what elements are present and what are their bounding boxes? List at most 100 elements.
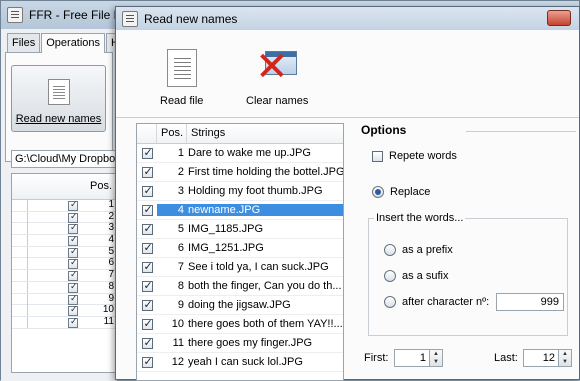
after-character-radio[interactable] bbox=[384, 296, 396, 308]
row-checkbox[interactable] bbox=[141, 336, 153, 349]
list-item[interactable]: 12yeah I can suck lol.JPG bbox=[137, 353, 343, 372]
row-pos: 2 bbox=[108, 210, 114, 222]
row-checkbox[interactable] bbox=[141, 146, 153, 159]
row-pos: 7 bbox=[177, 261, 184, 273]
row-checkbox[interactable] bbox=[141, 241, 153, 254]
list-item[interactable]: 7See i told ya, I can suck.JPG bbox=[137, 258, 343, 277]
table-row[interactable]: 2 bbox=[12, 210, 116, 224]
table-row[interactable]: 10 bbox=[12, 304, 116, 317]
tab-operations[interactable]: Operations bbox=[41, 33, 106, 53]
row-checkbox[interactable] bbox=[141, 184, 153, 197]
row-string[interactable]: doing the jigsaw.JPG bbox=[187, 299, 343, 311]
row-checkbox[interactable] bbox=[68, 234, 78, 247]
list-item[interactable]: 9doing the jigsaw.JPG bbox=[137, 296, 343, 315]
path-field[interactable]: G:\Cloud\My Dropbox\ bbox=[11, 150, 117, 168]
last-spin-buttons[interactable]: ▲ ▼ bbox=[559, 349, 572, 367]
replace-radio[interactable] bbox=[372, 186, 384, 198]
last-spinner[interactable]: 12 ▲ ▼ bbox=[523, 349, 572, 367]
list-item[interactable]: 10there goes both of them YAY!!... bbox=[137, 315, 343, 334]
strings-column-header[interactable]: Strings bbox=[187, 124, 343, 143]
as-prefix-option[interactable]: as a prefix bbox=[384, 244, 453, 256]
table-row[interactable]: 9 bbox=[12, 293, 116, 306]
list-item[interactable]: 2First time holding the bottel.JPG bbox=[137, 163, 343, 182]
tab-files[interactable]: Files bbox=[7, 33, 41, 52]
read-new-names-button[interactable]: Read new names bbox=[11, 65, 106, 132]
row-check-cell bbox=[137, 146, 157, 159]
row-checkbox[interactable] bbox=[141, 355, 153, 368]
spin-down-icon[interactable]: ▼ bbox=[559, 358, 571, 366]
table-row[interactable]: 4 bbox=[12, 234, 116, 247]
as-prefix-radio[interactable] bbox=[384, 244, 396, 256]
pos-column-header[interactable]: Pos. bbox=[157, 124, 187, 143]
table-row[interactable]: 1 bbox=[12, 199, 116, 212]
as-sufix-option[interactable]: as a sufix bbox=[384, 270, 448, 282]
first-spinner[interactable]: 1 ▲ ▼ bbox=[394, 349, 443, 367]
row-string[interactable]: IMG_1251.JPG bbox=[187, 242, 343, 254]
table-row[interactable]: 5 bbox=[12, 246, 116, 259]
last-label: Last: bbox=[494, 352, 518, 364]
list-item[interactable]: 1Dare to wake me up.JPG bbox=[137, 144, 343, 163]
row-checkbox[interactable] bbox=[141, 317, 153, 330]
row-checkbox[interactable] bbox=[141, 298, 153, 311]
table-row[interactable]: 7 bbox=[12, 269, 116, 282]
table-row[interactable]: 8 bbox=[12, 281, 116, 294]
list-item[interactable]: 8both the finger, Can you do th... bbox=[137, 277, 343, 296]
row-string[interactable]: Dare to wake me up.JPG bbox=[187, 147, 343, 159]
row-checkbox[interactable] bbox=[68, 246, 78, 258]
row-string[interactable]: yeah I can suck lol.JPG bbox=[187, 356, 343, 368]
row-string[interactable]: First time holding the bottel.JPG bbox=[187, 166, 343, 178]
row-checkbox[interactable] bbox=[68, 269, 78, 282]
row-cell bbox=[20, 270, 28, 282]
row-pos: 6 bbox=[108, 257, 114, 269]
clear-names-button[interactable]: ✕ Clear names bbox=[246, 47, 308, 107]
row-checkbox[interactable] bbox=[68, 199, 78, 211]
after-character-input[interactable]: 999 bbox=[496, 293, 564, 311]
row-checkbox[interactable] bbox=[68, 222, 78, 235]
row-checkbox[interactable] bbox=[68, 304, 78, 317]
repete-words-option[interactable]: Repete words bbox=[372, 150, 457, 162]
row-checkbox[interactable] bbox=[141, 222, 153, 235]
check-column-header[interactable] bbox=[137, 124, 157, 143]
row-checkbox[interactable] bbox=[141, 165, 153, 178]
row-string[interactable]: both the finger, Can you do th... bbox=[187, 280, 343, 292]
row-checkbox[interactable] bbox=[68, 211, 78, 223]
list-item[interactable]: 3Holding my foot thumb.JPG bbox=[137, 182, 343, 201]
row-checkbox[interactable] bbox=[68, 281, 78, 293]
row-string[interactable]: there goes both of them YAY!!... bbox=[187, 318, 343, 330]
row-checkbox[interactable] bbox=[141, 260, 153, 273]
row-string[interactable]: Holding my foot thumb.JPG bbox=[187, 185, 343, 197]
list-item[interactable]: 4newname.JPG bbox=[137, 201, 343, 220]
row-string[interactable]: newname.JPG bbox=[187, 204, 343, 216]
close-button[interactable] bbox=[547, 10, 571, 26]
row-checkbox[interactable] bbox=[141, 279, 153, 292]
options-divider bbox=[466, 131, 576, 132]
row-checkbox[interactable] bbox=[68, 293, 78, 305]
row-cell bbox=[20, 235, 28, 247]
spin-down-icon[interactable]: ▼ bbox=[430, 358, 442, 366]
row-check-cell bbox=[137, 222, 157, 235]
table-row[interactable]: 11 bbox=[12, 316, 116, 329]
row-string[interactable]: there goes my finger.JPG bbox=[187, 337, 343, 349]
after-character-option[interactable]: after character nº: bbox=[384, 296, 489, 308]
spin-up-icon[interactable]: ▲ bbox=[430, 350, 442, 358]
row-string[interactable]: See i told ya, I can suck.JPG bbox=[187, 261, 343, 273]
read-file-button[interactable]: Read file bbox=[160, 49, 203, 107]
list-item[interactable]: 5IMG_1185.JPG bbox=[137, 220, 343, 239]
first-spin-buttons[interactable]: ▲ ▼ bbox=[430, 349, 443, 367]
row-pos: 3 bbox=[108, 222, 114, 234]
list-item[interactable]: 11there goes my finger.JPG bbox=[137, 334, 343, 353]
row-checkbox[interactable] bbox=[68, 316, 78, 328]
spin-up-icon[interactable]: ▲ bbox=[559, 350, 571, 358]
row-string[interactable]: IMG_1185.JPG bbox=[187, 223, 343, 235]
row-checkbox[interactable] bbox=[68, 257, 78, 270]
repete-words-checkbox[interactable] bbox=[372, 150, 383, 162]
replace-option[interactable]: Replace bbox=[372, 186, 430, 198]
last-input[interactable]: 12 bbox=[523, 349, 559, 367]
as-sufix-radio[interactable] bbox=[384, 270, 396, 282]
options-panel: Options Repete words Replace Insert the … bbox=[361, 123, 576, 381]
list-item[interactable]: 6IMG_1251.JPG bbox=[137, 239, 343, 258]
table-row[interactable]: 3 bbox=[12, 222, 116, 236]
first-input[interactable]: 1 bbox=[394, 349, 430, 367]
row-checkbox[interactable] bbox=[141, 203, 153, 216]
table-row[interactable]: 6 bbox=[12, 257, 116, 271]
